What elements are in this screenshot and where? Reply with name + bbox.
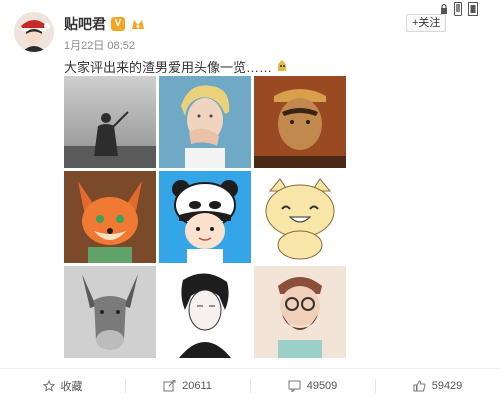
post-text: 大家评出来的渣男爱用头像一览…… (64, 57, 288, 76)
silhouette-guitar-image (64, 76, 156, 168)
follow-label: +关注 (412, 17, 441, 29)
photo-3[interactable] (254, 76, 346, 168)
favorite-label: 收藏 (60, 380, 83, 393)
follow-button[interactable]: +关注 (406, 14, 447, 32)
action-bar: 收藏 20611 49509 59429 (0, 369, 500, 402)
smiling-cat-image (254, 171, 346, 263)
vip-badge-icon: V (111, 17, 125, 31)
cartoon-fox-image (64, 171, 156, 263)
level-badge-icon (130, 17, 146, 31)
emoji-icon (276, 58, 288, 75)
photo-9[interactable] (254, 266, 346, 358)
repost-icon (163, 379, 176, 392)
photo-1[interactable] (64, 76, 156, 168)
username[interactable]: 贴吧君 (64, 14, 106, 34)
phone-icon (454, 2, 462, 21)
comment-icon (288, 380, 301, 392)
favorite-button[interactable]: 收藏 (0, 369, 125, 402)
anime-boy-image (159, 266, 251, 358)
photo-grid (64, 76, 346, 358)
thumbs-up-icon (413, 379, 426, 392)
like-button[interactable]: 59429 (375, 369, 500, 402)
weibo-post: 贴吧君 V 1月22日 08:52 +关注 大家评出来的渣男爱用头像一览…… 收… (0, 0, 500, 402)
user-avatar[interactable] (14, 12, 54, 52)
comment-count: 49509 (306, 379, 338, 392)
photo-5[interactable] (159, 171, 251, 263)
repost-count: 20611 (182, 379, 212, 392)
photo-4[interactable] (64, 171, 156, 263)
card-icon (468, 2, 478, 21)
photo-8[interactable] (159, 266, 251, 358)
star-icon (42, 379, 55, 392)
post-content: 大家评出来的渣男爱用头像一览…… (64, 60, 273, 75)
comment-button[interactable]: 49509 (250, 369, 375, 402)
user-line: 贴吧君 V (64, 14, 146, 34)
panda-hat-boy-image (159, 171, 251, 263)
like-count: 59429 (431, 379, 463, 392)
repost-button[interactable]: 20611 (125, 369, 250, 402)
bearded-man-image (254, 266, 346, 358)
hand-over-mouth-image (159, 76, 251, 168)
donkey-image (64, 266, 156, 358)
photo-6[interactable] (254, 171, 346, 263)
monkey-king-image (254, 76, 346, 168)
post-timestamp[interactable]: 1月22日 08:52 (64, 37, 135, 53)
photo-7[interactable] (64, 266, 156, 358)
photo-2[interactable] (159, 76, 251, 168)
